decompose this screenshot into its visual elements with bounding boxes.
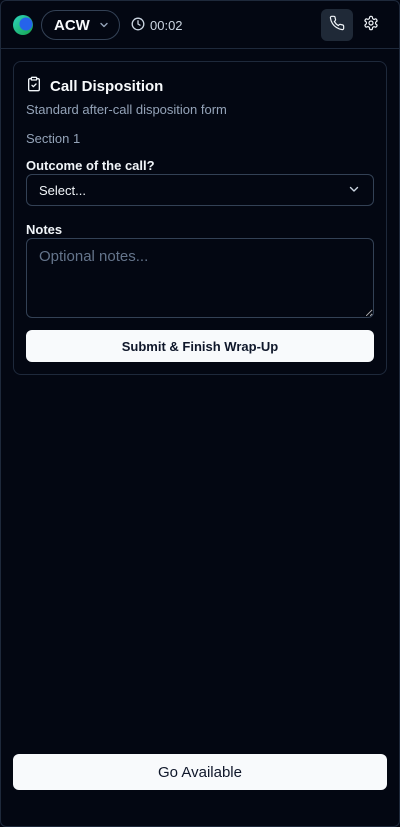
section-label: Section 1: [26, 131, 81, 146]
outcome-select[interactable]: Select...: [26, 174, 374, 206]
card-title-text: Call Disposition: [50, 77, 164, 95]
disposition-card: Call Disposition Standard after-call dis…: [13, 61, 387, 375]
chevron-down-icon: [347, 182, 361, 199]
outcome-label: Outcome of the call?: [26, 158, 155, 173]
header-bar: ACW 00:02: [0, 0, 400, 49]
timer-value: 00:02: [150, 17, 183, 33]
call-timer: 00:02: [131, 16, 183, 34]
notes-textarea[interactable]: [26, 238, 374, 318]
submit-wrapup-button[interactable]: Submit & Finish Wrap-Up: [26, 330, 374, 362]
gear-icon: [363, 15, 379, 36]
phone-icon: [329, 15, 345, 36]
app-logo: [12, 14, 34, 36]
notes-label: Notes: [26, 222, 63, 237]
status-dropdown[interactable]: ACW: [41, 10, 120, 40]
card-subtitle: Standard after-call disposition form: [26, 102, 227, 117]
phone-button[interactable]: [321, 9, 353, 41]
chevron-down-icon: [98, 19, 110, 31]
clock-icon: [131, 17, 145, 34]
settings-button[interactable]: [359, 12, 383, 38]
clipboard-check-icon: [26, 76, 42, 96]
go-available-button[interactable]: Go Available: [13, 754, 387, 790]
status-label: ACW: [54, 16, 90, 34]
card-title: Call Disposition: [26, 76, 163, 96]
outcome-select-value: Select...: [39, 182, 86, 198]
